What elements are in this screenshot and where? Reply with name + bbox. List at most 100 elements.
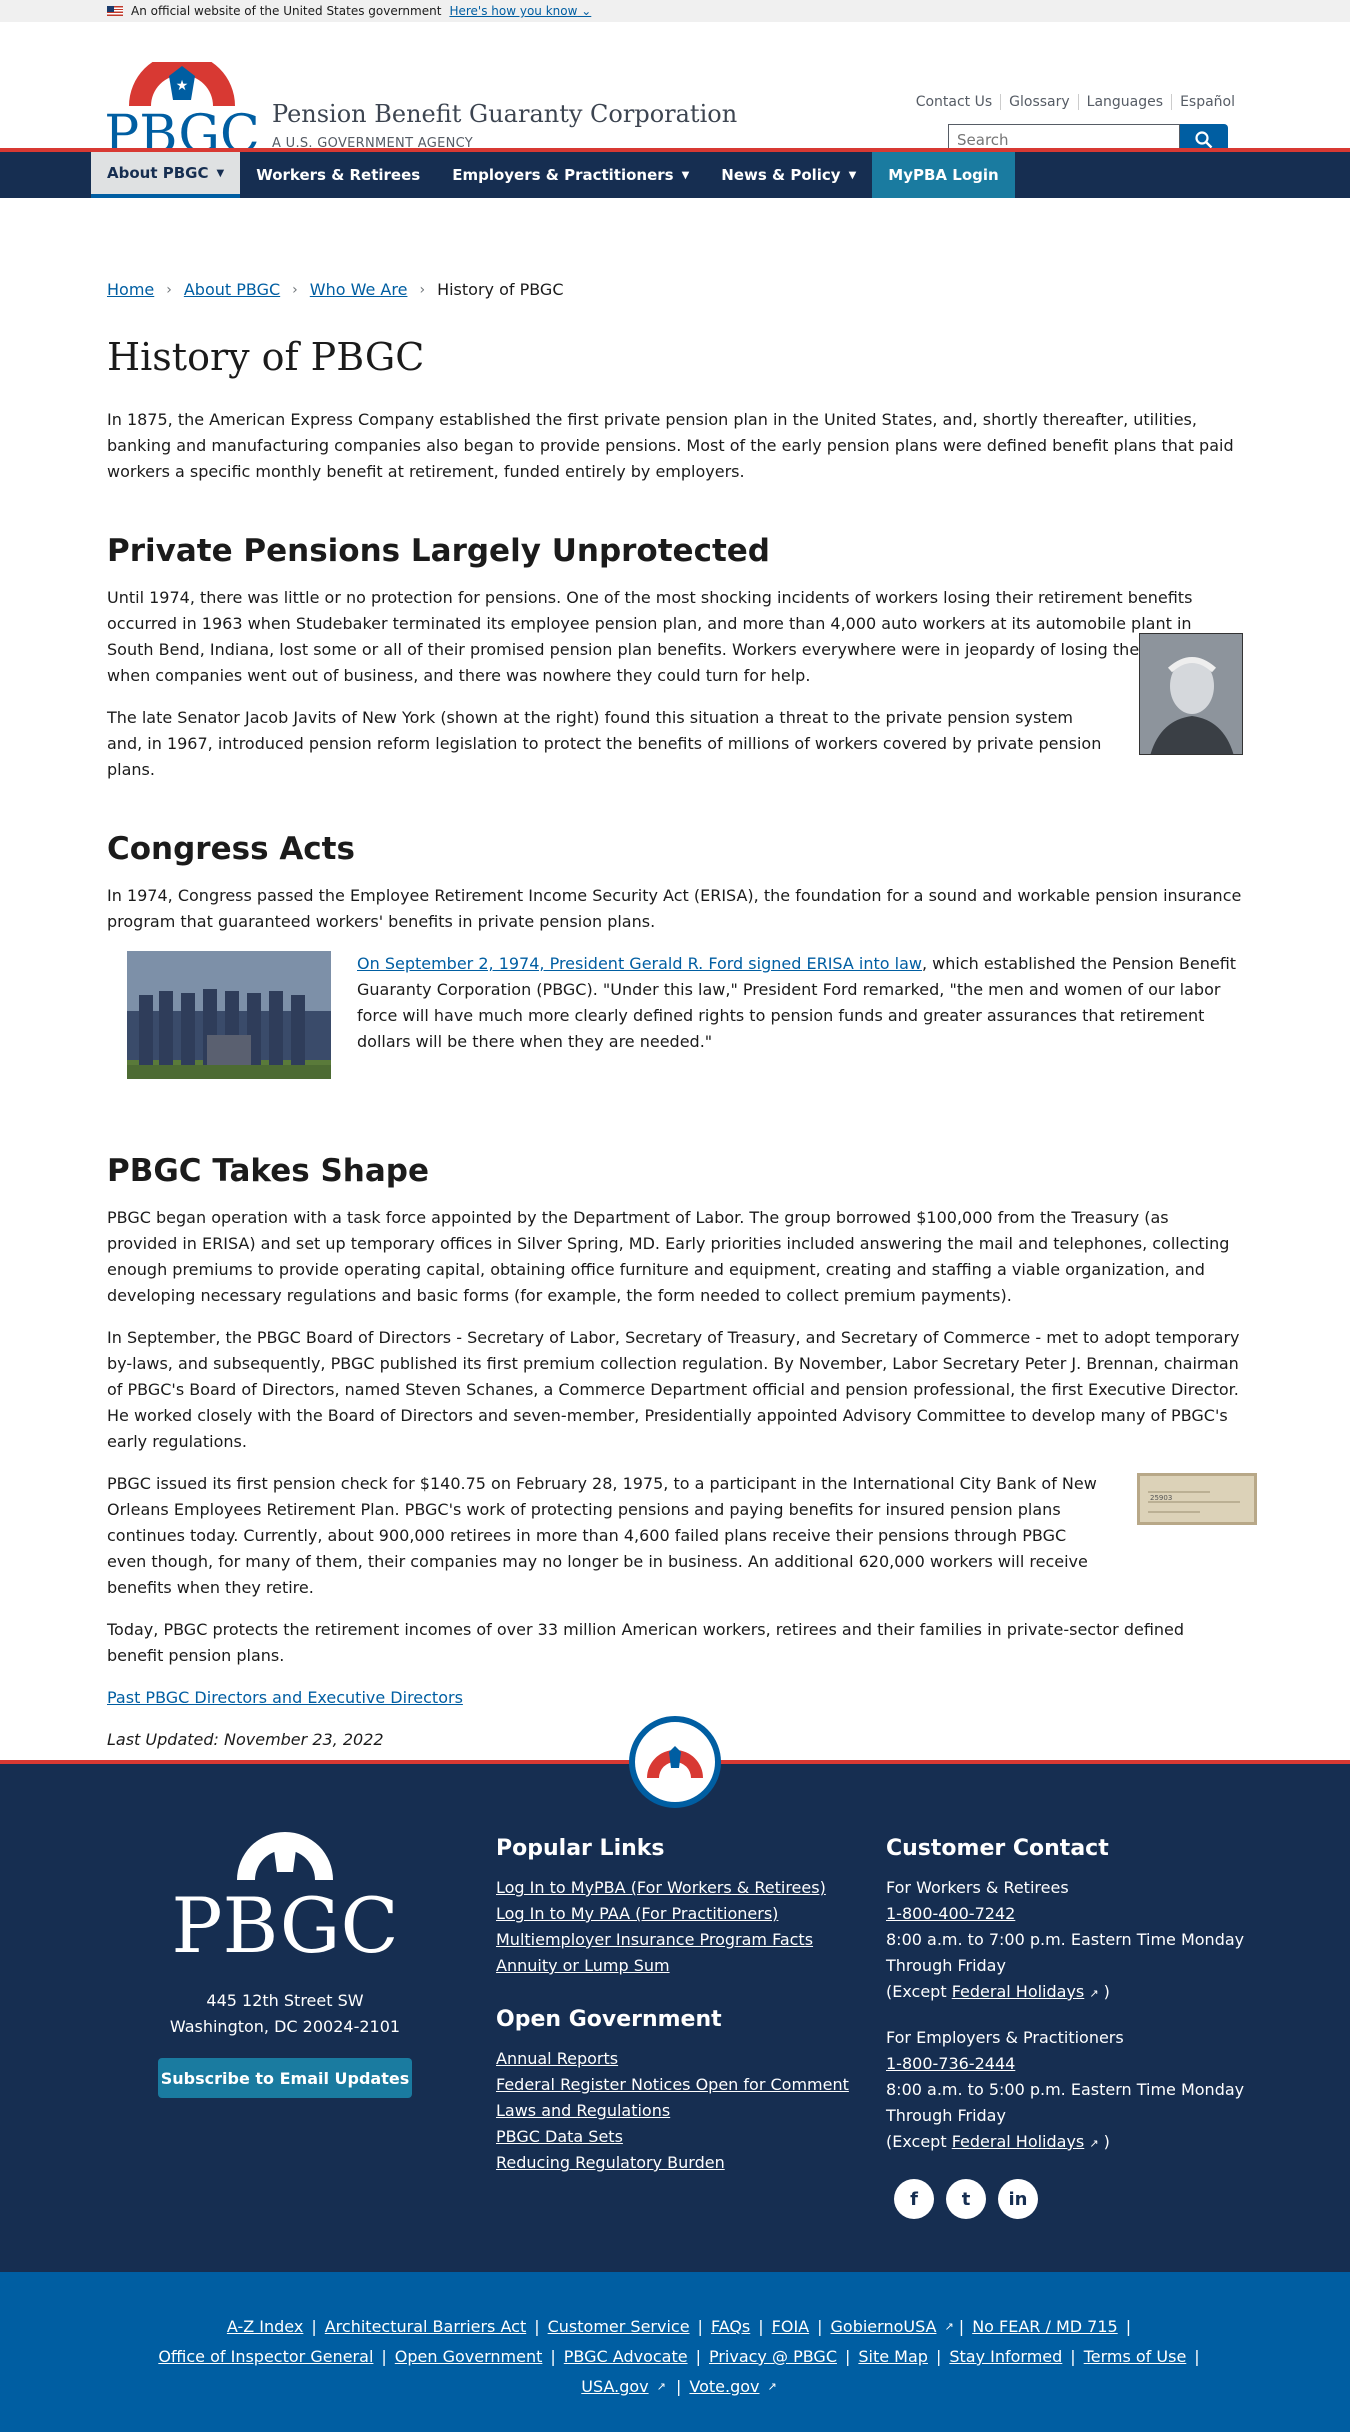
util-link-languages[interactable]: Languages [1077, 94, 1171, 110]
chevron-down-icon: ▼ [848, 169, 857, 181]
federal-holidays-link[interactable]: Federal Holidays [952, 2132, 1085, 2151]
contact-workers: For Workers & Retirees 1-800-400-7242 8:… [886, 1878, 1245, 2001]
link-privacy[interactable]: Privacy @ PBGC [701, 2342, 845, 2372]
footer-link-annual-reports[interactable]: Annual Reports [496, 2046, 856, 2072]
section-private-pensions: Until 1974, there was little or no prote… [107, 585, 1243, 783]
us-flag-icon [107, 6, 123, 16]
first-pension-check-image: 25903 [1137, 1473, 1257, 1525]
nav-news-policy[interactable]: News & Policy ▼ [705, 152, 872, 198]
util-link-contact[interactable]: Contact Us [908, 94, 1000, 110]
footer-link-federal-register[interactable]: Federal Register Notices Open for Commen… [496, 2072, 856, 2098]
breadcrumb-current: History of PBGC [437, 280, 564, 299]
page-title: History of PBGC [107, 335, 425, 379]
section3-paragraph-4: Today, PBGC protects the retirement inco… [107, 1620, 1185, 1665]
breadcrumb-about[interactable]: About PBGC [184, 280, 280, 299]
link-vote-gov[interactable]: Vote.gov [681, 2372, 767, 2402]
link-faqs[interactable]: FAQs [703, 2312, 758, 2342]
utility-links: Contact Us Glossary Languages Español [908, 94, 1243, 110]
external-link-icon: ↗ [944, 2320, 954, 2333]
external-link-icon: ↗ [767, 2380, 777, 2393]
twitter-icon[interactable]: t [946, 2179, 986, 2219]
contact-employers: For Employers & Practitioners 1-800-736-… [886, 2028, 1245, 2151]
footer-link-data-sets[interactable]: PBGC Data Sets [496, 2124, 856, 2150]
nav-workers-retirees[interactable]: Workers & Retirees [240, 152, 436, 198]
agency-name[interactable]: Pension Benefit Guaranty Corporation [272, 100, 737, 128]
link-usa-gov[interactable]: USA.gov [573, 2372, 656, 2402]
link-no-fear[interactable]: No FEAR / MD 715 [964, 2312, 1126, 2342]
site-footer: PBGC 445 12th Street SW Washington, DC 2… [0, 1760, 1350, 2272]
link-inspector-general[interactable]: Office of Inspector General [150, 2342, 381, 2372]
chevron-down-icon: ▼ [681, 169, 690, 181]
link-customer-service[interactable]: Customer Service [540, 2312, 698, 2342]
nav-about-pbgc[interactable]: About PBGC ▼ [91, 152, 241, 198]
section-heading-private-pensions: Private Pensions Largely Unprotected [107, 533, 770, 569]
section1-paragraph-1: Until 1974, there was little or no prote… [107, 588, 1227, 685]
social-links: f t in [886, 2179, 1246, 2219]
ford-signing-block: On September 2, 1974, President Gerald R… [107, 951, 1243, 1079]
link-pbgc-advocate[interactable]: PBGC Advocate [556, 2342, 696, 2372]
footer-link-multiemployer[interactable]: Multiemployer Insurance Program Facts [496, 1927, 856, 1953]
customer-contact-title: Customer Contact [886, 1836, 1109, 1861]
main-content: Home › About PBGC › Who We Are › History… [107, 280, 1257, 1753]
footer-agency-col: PBGC 445 12th Street SW Washington, DC 2… [155, 1832, 415, 2098]
workers-phone-link[interactable]: 1-800-400-7242 [886, 1904, 1015, 1923]
breadcrumb-who-we-are[interactable]: Who We Are [310, 280, 408, 299]
external-link-icon: ↗ [1089, 2137, 1099, 2150]
link-architectural-barriers[interactable]: Architectural Barriers Act [317, 2312, 534, 2342]
open-government-title: Open Government [496, 2007, 722, 2032]
erisa-signing-link[interactable]: On September 2, 1974, President Gerald R… [357, 954, 922, 973]
federal-holidays-link[interactable]: Federal Holidays [952, 1982, 1085, 2001]
footer-address: 445 12th Street SW Washington, DC 20024-… [169, 1991, 401, 2036]
footer-popular-col: Popular Links Log In to MyPBA (For Worke… [496, 1836, 856, 2176]
footer-link-laws[interactable]: Laws and Regulations [496, 2098, 856, 2124]
section2-paragraph-1: In 1974, Congress passed the Employee Re… [107, 886, 1242, 931]
footer-link-annuity[interactable]: Annuity or Lump Sum [496, 1953, 856, 1979]
breadcrumb-home[interactable]: Home [107, 280, 154, 299]
chevron-right-icon: › [166, 281, 172, 298]
ford-signing-photo [127, 951, 331, 1079]
nav-employers-practitioners[interactable]: Employers & Practitioners ▼ [436, 152, 705, 198]
past-directors-link[interactable]: Past PBGC Directors and Executive Direct… [107, 1688, 463, 1707]
footer-logo-text: PBGC [171, 1881, 398, 1962]
footer-bottom-links: A-Z Index | Architectural Barriers Act | C… [0, 2272, 1350, 2432]
footer-link-regulatory-burden[interactable]: Reducing Regulatory Burden [496, 2150, 856, 2176]
subscribe-button[interactable]: Subscribe to Email Updates [158, 2058, 412, 2098]
employers-phone-link[interactable]: 1-800-736-2444 [886, 2054, 1015, 2073]
heres-how-you-know-link[interactable]: Here's how you know ⌄ [449, 4, 591, 18]
external-link-icon: ↗ [656, 2380, 666, 2393]
link-foia[interactable]: FOIA [764, 2312, 817, 2342]
footer-emblem-icon [629, 1716, 721, 1808]
link-stay-informed[interactable]: Stay Informed [941, 2342, 1070, 2372]
intro-paragraph: In 1875, the American Express Company es… [107, 410, 1234, 481]
section-heading-congress-acts: Congress Acts [107, 831, 355, 867]
breadcrumb: Home › About PBGC › Who We Are › History… [107, 280, 1243, 299]
popular-links-title: Popular Links [496, 1836, 665, 1861]
facebook-icon[interactable]: f [894, 2179, 934, 2219]
section1-paragraph-2: The late Senator Jacob Javits of New Yor… [107, 708, 1102, 779]
footer-pbgc-logo-icon[interactable]: PBGC [155, 1832, 415, 1970]
footer-contact-col: Customer Contact For Workers & Retirees … [886, 1836, 1246, 2219]
util-link-espanol[interactable]: Español [1171, 94, 1243, 110]
section3-paragraph-2: In September, the PBGC Board of Director… [107, 1328, 1240, 1451]
gov-banner: An official website of the United States… [0, 0, 1350, 22]
link-open-government[interactable]: Open Government [387, 2342, 551, 2372]
section3-paragraph-3: PBGC issued its first pension check for … [107, 1474, 1097, 1597]
footer-link-mypba[interactable]: Log In to MyPBA (For Workers & Retirees) [496, 1875, 856, 1901]
footer-link-mypaa[interactable]: Log In to My PAA (For Practitioners) [496, 1901, 856, 1927]
pbgc-logo-icon[interactable]: ★ PBGC [107, 62, 257, 158]
search-icon [1195, 131, 1213, 149]
site-header: ★ PBGC Pension Benefit Guaranty Corporat… [0, 22, 1350, 158]
javits-photo [1139, 633, 1243, 755]
util-link-glossary[interactable]: Glossary [1000, 94, 1078, 110]
link-site-map[interactable]: Site Map [850, 2342, 936, 2372]
check-number: 25903 [1150, 1494, 1172, 1502]
link-az-index[interactable]: A-Z Index [219, 2312, 311, 2342]
link-gobiernousa[interactable]: GobiernoUSA [823, 2312, 945, 2342]
chevron-right-icon: › [292, 281, 298, 298]
linkedin-icon[interactable]: in [998, 2179, 1038, 2219]
chevron-down-icon: ▼ [216, 167, 225, 179]
nav-mypba-login[interactable]: MyPBA Login [872, 152, 1015, 198]
section-heading-pbgc-takes-shape: PBGC Takes Shape [107, 1153, 429, 1189]
section3-paragraph-1: PBGC began operation with a task force a… [107, 1208, 1230, 1305]
link-terms-of-use[interactable]: Terms of Use [1076, 2342, 1195, 2372]
